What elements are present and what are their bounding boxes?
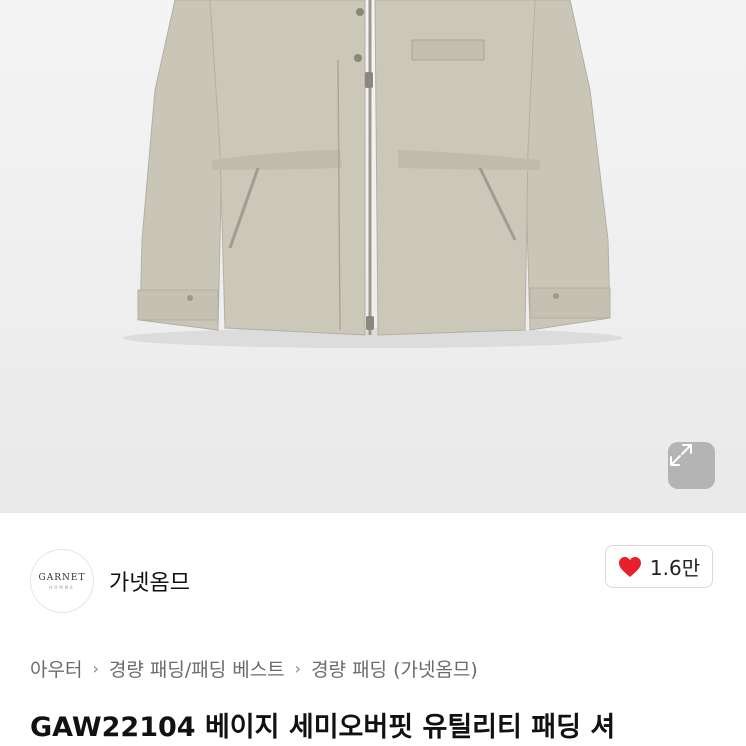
like-button[interactable]: 1.6만 xyxy=(605,545,713,588)
seller-logo-subtext: HOMME xyxy=(49,584,75,590)
like-count: 1.6만 xyxy=(649,556,701,580)
seller-logo[interactable]: GARNET HOMME xyxy=(30,549,94,613)
product-image[interactable] xyxy=(0,0,746,513)
seller-name[interactable]: 가넷옴므 xyxy=(109,565,190,597)
jacket-illustration xyxy=(123,0,623,348)
breadcrumb-separator: › xyxy=(294,659,302,678)
product-title: GAW22104 베이지 세미오버핏 유틸리티 패딩 셔 xyxy=(30,712,616,743)
expand-icon xyxy=(670,444,692,466)
breadcrumb-separator: › xyxy=(92,659,99,678)
heart-icon xyxy=(618,556,641,577)
breadcrumb-item-light-padding[interactable]: 경량 패딩/패딩 베스트 xyxy=(109,655,285,682)
seller-logo-text: GARNET xyxy=(38,572,86,583)
breadcrumb-item-brand-padding[interactable]: 경량 패딩 (가넷옴므) xyxy=(311,655,478,682)
breadcrumb: 아우터 › 경량 패딩/패딩 베스트 › 경량 패딩 (가넷옴므) xyxy=(30,655,478,682)
expand-image-button[interactable] xyxy=(668,442,715,489)
breadcrumb-item-outer[interactable]: 아우터 xyxy=(30,655,82,682)
